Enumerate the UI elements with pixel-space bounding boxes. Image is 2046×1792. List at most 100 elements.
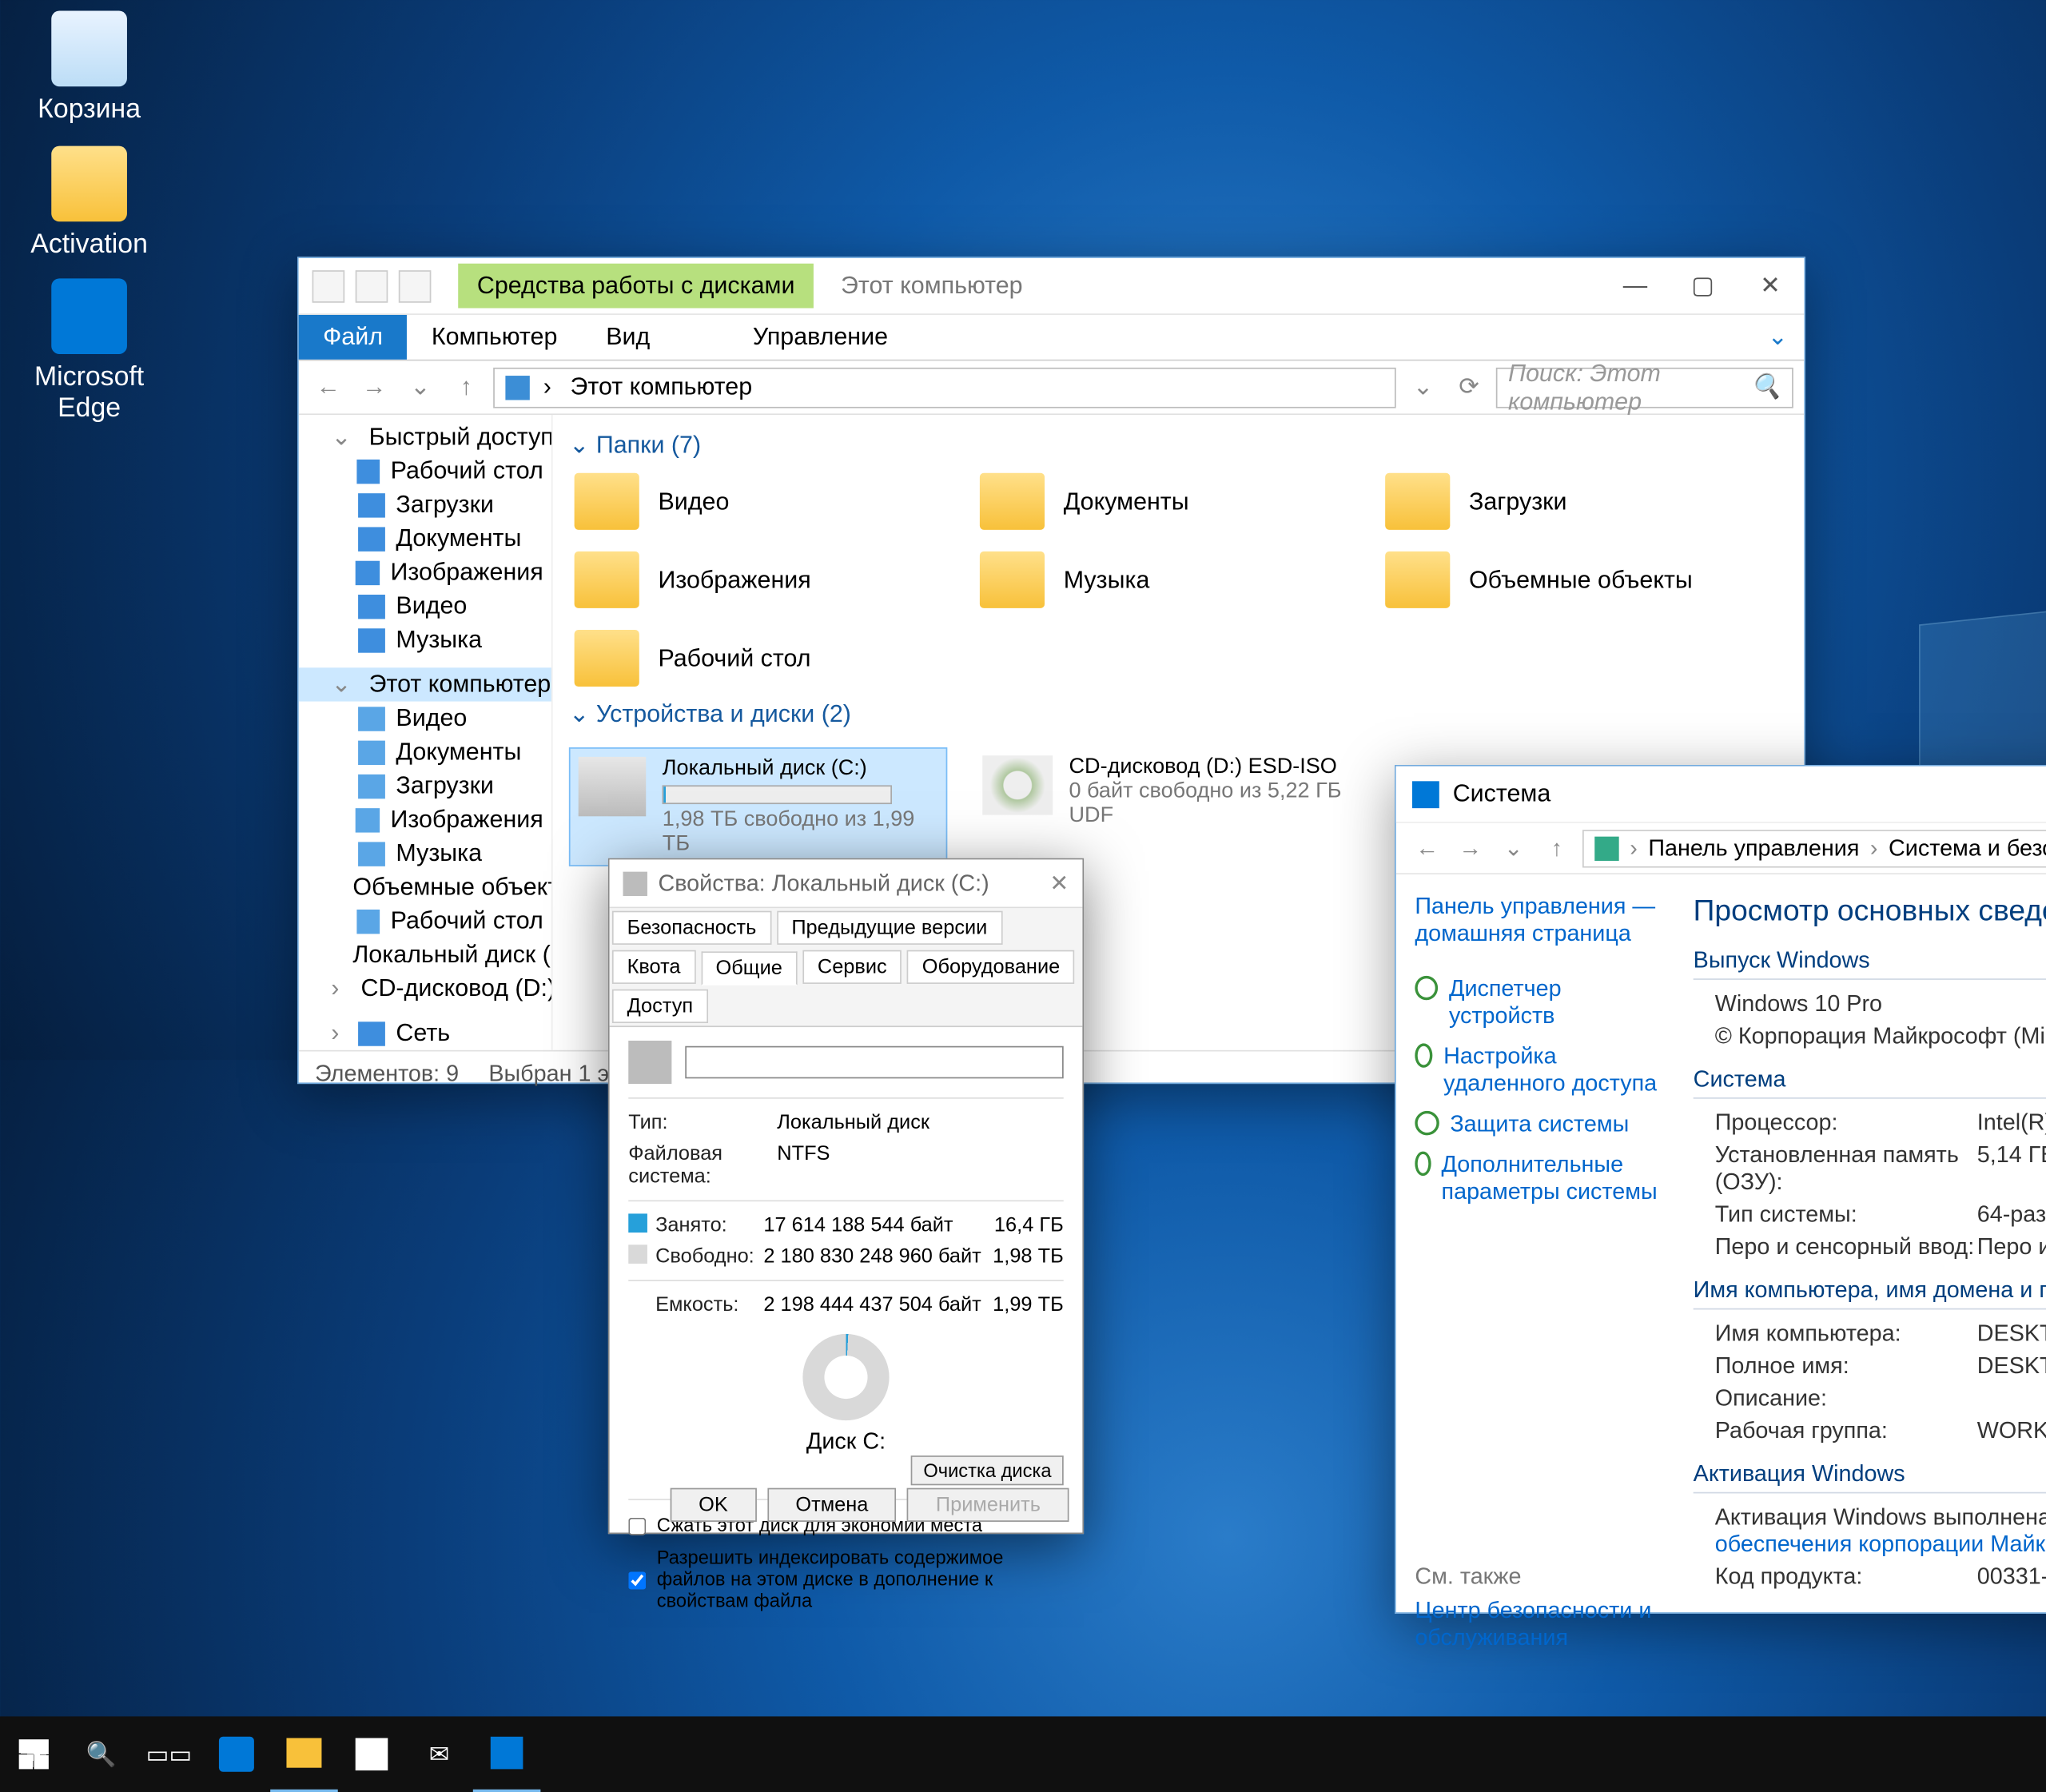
nav-quick-item[interactable]: Загрузки [299,488,551,521]
side-link-remote[interactable]: Настройка удаленного доступа [1415,1037,1661,1105]
tab-security[interactable]: Безопасность [612,911,771,945]
desktop-icon-edge[interactable]: Microsoft Edge [8,278,170,424]
disk-cleanup-button[interactable]: Очистка диска [911,1456,1064,1485]
section-devices-header[interactable]: ⌄ Устройства и диски (2) [569,692,1788,737]
side-link-advanced[interactable]: Дополнительные параметры системы [1415,1145,1661,1213]
nav-pc-item[interactable]: Рабочий стол [299,904,551,938]
shield-icon [1415,1111,1439,1135]
nav-up-button[interactable]: ↑ [448,368,485,406]
taskbar-app-mail[interactable]: ✉ [405,1716,473,1792]
nav-pc-item-drive-c[interactable]: Локальный диск (C:) [299,938,551,971]
drive-fs-text: UDF [1069,804,1341,828]
nav-recent-button[interactable]: ⌄ [1496,834,1531,862]
search-button[interactable]: 🔍 [68,1716,136,1792]
folder-item[interactable]: Видео [569,468,921,536]
section-folders-header[interactable]: ⌄ Папки (7) [569,423,1788,468]
nav-pc-item[interactable]: Музыка [299,837,551,870]
apply-button[interactable]: Применить [907,1488,1069,1522]
nav-pc-item[interactable]: Документы [299,735,551,769]
close-button[interactable]: ✕ [1049,870,1069,897]
tab-computer[interactable]: Компьютер [407,315,581,360]
qat-button[interactable] [356,269,388,302]
minimize-button[interactable]: — [1602,257,1670,314]
tab-view[interactable]: Вид [582,315,675,360]
task-view-button[interactable]: ▭▭ [135,1716,203,1792]
nav-quick-item[interactable]: Музыка [299,623,551,656]
nav-back-button[interactable]: ← [309,368,347,406]
folder-item[interactable]: Загрузки [1379,468,1731,536]
tab-quota[interactable]: Квота [612,950,695,984]
qat-button[interactable] [312,269,345,302]
control-panel-home-link[interactable]: Панель управления — домашняя страница [1415,894,1661,948]
folder-item[interactable]: Изображения [569,546,921,614]
tab-sharing[interactable]: Доступ [612,990,708,1023]
nav-pc-item[interactable]: Загрузки [299,769,551,802]
contextual-tab-drive-tools[interactable]: Средства работы с дисками [458,264,814,309]
breadcrumb-segment[interactable]: Система и безопасность [1889,834,2046,862]
nav-back-button[interactable]: ← [1410,834,1445,862]
explorer-titlebar[interactable]: Средства работы с дисками Этот компьютер… [299,258,1805,315]
address-dropdown-button[interactable]: ⌄ [1404,368,1442,406]
breadcrumb-segment[interactable]: Этот компьютер [565,373,758,402]
breadcrumb[interactable]: ›Панель управления ›Система и безопаснос… [1582,829,2046,866]
explorer-search-input[interactable]: Поиск: Этот компьютер🔍 [1496,367,1793,408]
taskbar-app-settings[interactable] [473,1716,541,1792]
folder-icon [980,552,1045,608]
activation-status: Активация Windows выполнена [1715,1504,2046,1530]
section-activation: Активация Windows [1694,1461,2046,1494]
nav-quick-item[interactable]: Видео [299,589,551,623]
ok-button[interactable]: OK [671,1488,757,1522]
qat-button[interactable] [399,269,432,302]
tab-manage[interactable]: Управление [728,315,912,360]
system-icon [1412,780,1439,807]
maximize-button[interactable]: ▢ [1669,257,1737,314]
volume-label-input[interactable] [685,1046,1063,1079]
cancel-button[interactable]: Отмена [767,1488,897,1522]
taskbar-app-edge[interactable] [203,1716,271,1792]
side-link-security-center[interactable]: Центр безопасности и обслуживания [1415,1591,1661,1659]
nav-pc-item[interactable]: Объемные объекты [299,870,551,904]
breadcrumb-segment[interactable]: Панель управления [1648,834,1859,862]
nav-pc-item-drive-d[interactable]: ›CD-дисковод (D:) E [299,972,551,1006]
index-checkbox[interactable]: Разрешить индексировать содержимое файло… [628,1541,1063,1617]
shield-icon [1415,1152,1431,1176]
nav-pc-item[interactable]: Изображения [299,802,551,836]
nav-forward-button[interactable]: → [356,368,393,406]
tab-hardware[interactable]: Оборудование [907,950,1075,984]
drive-dvd-d[interactable]: CD-дисковод (D:) ESD-ISO 0 байт свободно… [974,747,1352,866]
nav-quick-item[interactable]: Документы [299,522,551,556]
nav-pc-item[interactable]: Видео [299,702,551,735]
nav-up-button[interactable]: ↑ [1539,834,1574,862]
ribbon-collapse-button[interactable]: ⌄ [1751,315,1804,360]
taskbar-app-store[interactable] [338,1716,406,1792]
folder-item[interactable]: Рабочий стол [569,624,921,692]
nav-quick-item[interactable]: Рабочий стол [299,454,551,488]
nav-quick-access[interactable]: ⌄Быстрый доступ [299,420,551,454]
desktop-icon-recycle-bin[interactable]: Корзина [8,11,170,126]
desktop-icon-activation[interactable]: Activation [8,146,170,261]
nav-quick-item[interactable]: Изображения [299,556,551,589]
drive-local-c[interactable]: Локальный диск (C:) 1,98 ТБ свободно из … [569,747,947,866]
refresh-button[interactable]: ⟳ [1450,368,1487,406]
start-button[interactable] [0,1716,68,1792]
nav-this-pc[interactable]: ⌄Этот компьютер [299,667,551,701]
drive-free-text: 0 байт свободно из 5,22 ГБ [1069,780,1341,804]
system-titlebar[interactable]: Система — ▢ ✕ [1396,767,2046,823]
tab-file[interactable]: Файл [299,315,408,360]
close-button[interactable]: ✕ [1737,257,1805,314]
nav-forward-button[interactable]: → [1453,834,1488,862]
folder-item[interactable]: Объемные объекты [1379,546,1731,614]
taskbar-app-explorer[interactable] [270,1716,338,1792]
folder-item[interactable]: Музыка [974,546,1326,614]
address-bar[interactable]: › Этот компьютер [493,367,1396,408]
tab-general[interactable]: Общие [701,951,798,985]
side-link-protection[interactable]: Защита системы [1415,1104,1661,1145]
description [1977,1385,2046,1412]
properties-titlebar[interactable]: Свойства: Локальный диск (C:) ✕ [610,859,1083,908]
tab-tools[interactable]: Сервис [802,950,902,984]
tab-previous-versions[interactable]: Предыдущие версии [777,911,1002,945]
side-link-device-manager[interactable]: Диспетчер устройств [1415,969,1661,1037]
nav-recent-button[interactable]: ⌄ [401,368,439,406]
folder-item[interactable]: Документы [974,468,1326,536]
nav-network[interactable]: ›Сеть [299,1017,551,1050]
